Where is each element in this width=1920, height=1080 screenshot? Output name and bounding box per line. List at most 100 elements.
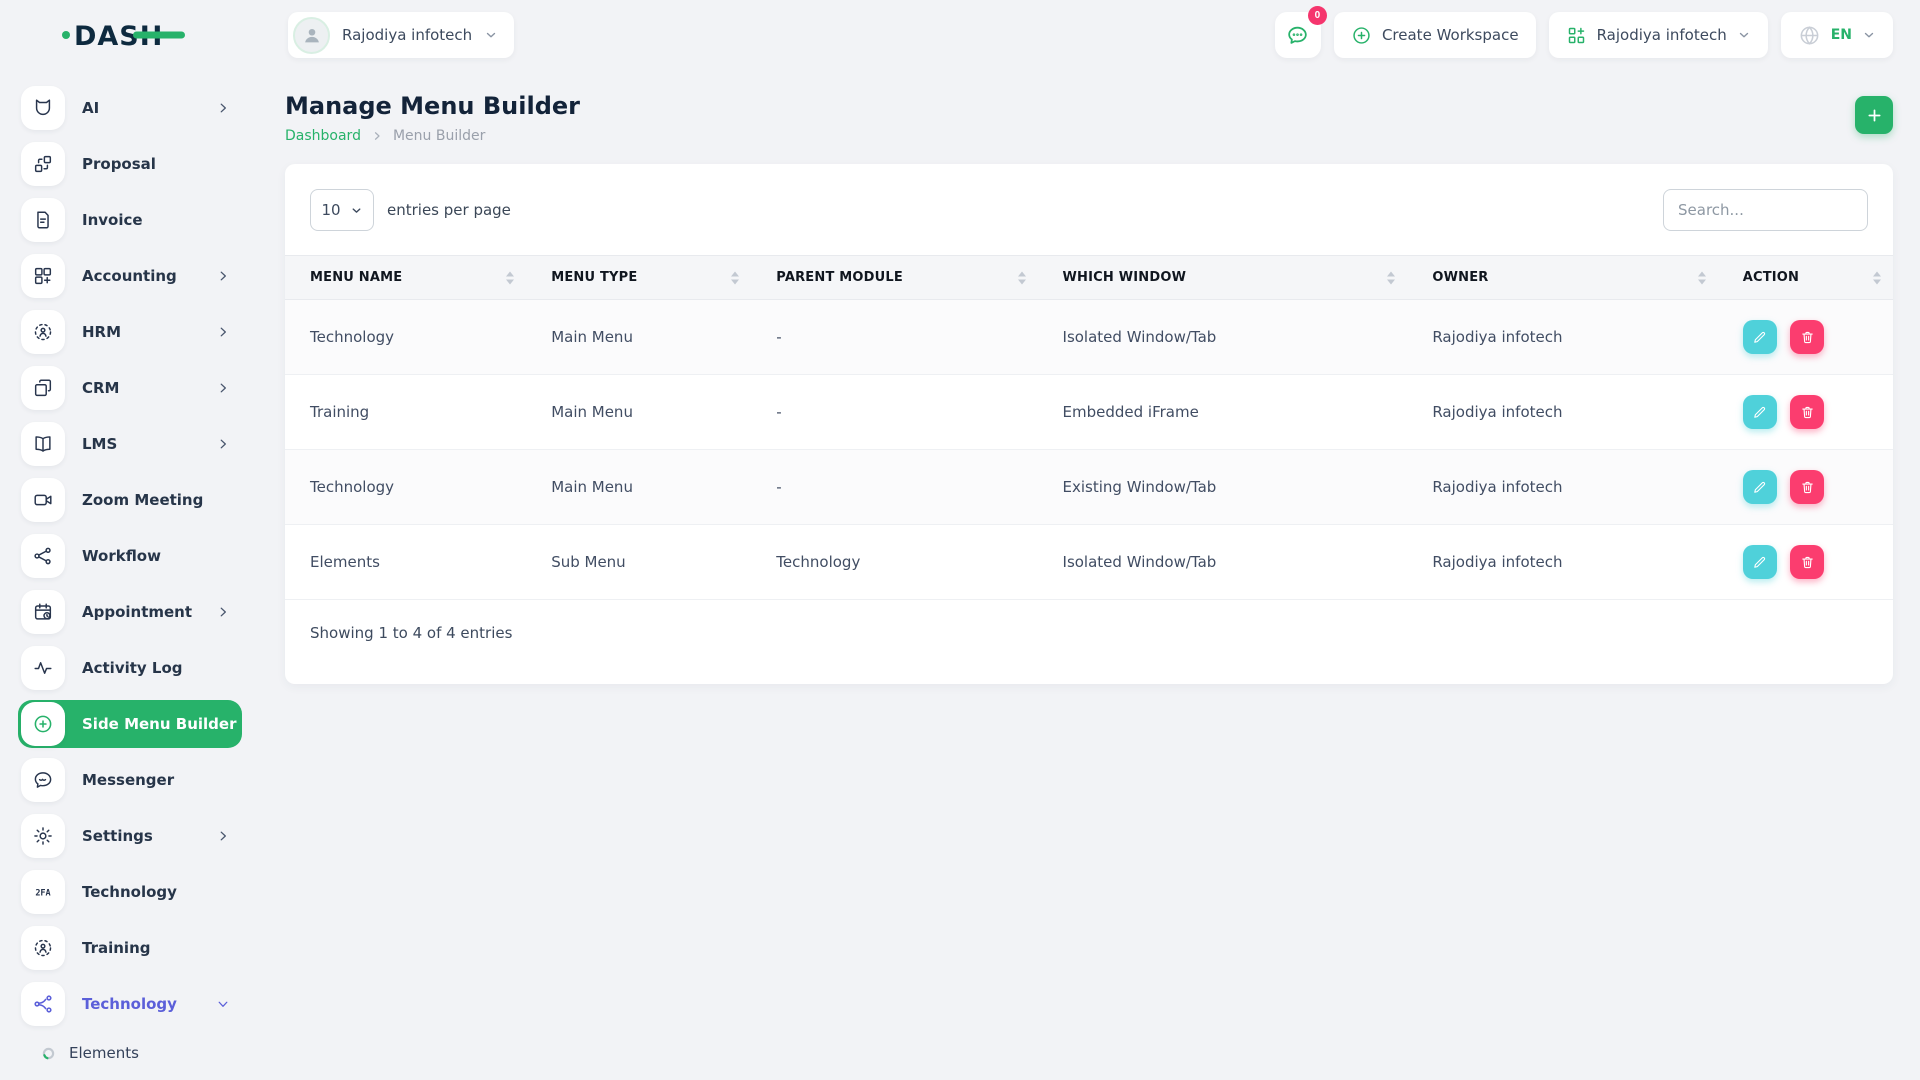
add-menu-button[interactable] (1855, 96, 1893, 134)
column-header-which-window[interactable]: WHICH WINDOW (1038, 256, 1408, 300)
sidebar-item-technology[interactable]: Technology (18, 980, 242, 1028)
sidebar-item-technology-2fa[interactable]: 2FA Technology (18, 868, 242, 916)
video-camera-icon (21, 478, 65, 522)
sidebar-subitem-elements[interactable]: Elements (42, 1036, 260, 1070)
chevron-down-icon (350, 204, 363, 217)
table-row: Training Main Menu - Embedded iFrame Raj… (285, 375, 1893, 450)
entries-per-page-label: entries per page (387, 201, 511, 219)
sidebar-item-ai[interactable]: AI (18, 84, 242, 132)
chevron-right-icon (371, 130, 383, 142)
sidebar-item-training[interactable]: Training (18, 924, 242, 972)
entries-per-page-select[interactable]: 10 (310, 189, 374, 231)
pencil-icon (1752, 330, 1767, 345)
topbar-actions: 0 Create Workspace Rajodiya infotech EN (1275, 12, 1893, 58)
branch-icon (21, 982, 65, 1026)
delete-button[interactable] (1790, 320, 1824, 354)
sidebar-item-label: Accounting (82, 267, 216, 285)
cell-menu-type: Sub Menu (526, 525, 751, 600)
messages-count-badge: 0 (1308, 6, 1327, 25)
trash-icon (1800, 405, 1815, 420)
delete-button[interactable] (1790, 395, 1824, 429)
delete-button[interactable] (1790, 470, 1824, 504)
pencil-icon (1752, 555, 1767, 570)
chevron-right-icon (216, 269, 230, 283)
sidebar-item-invoice[interactable]: Invoice (18, 196, 242, 244)
column-header-action[interactable]: ACTION (1718, 256, 1893, 300)
column-header-menu-name[interactable]: MENU NAME (285, 256, 526, 300)
workspace-label: Rajodiya infotech (342, 26, 472, 44)
sidebar-item-crm[interactable]: CRM (18, 364, 242, 412)
user-icon (301, 24, 323, 46)
column-header-menu-type[interactable]: MENU TYPE (526, 256, 751, 300)
search-input[interactable] (1663, 189, 1868, 231)
sidebar-item-accounting[interactable]: Accounting (18, 252, 242, 300)
menu-builder-card: 10 entries per page MENU NAME MENU TYPE … (285, 164, 1893, 684)
sidebar-item-lms[interactable]: LMS (18, 420, 242, 468)
sidebar-item-activity-log[interactable]: Activity Log (18, 644, 242, 692)
logo-dot-icon (62, 31, 70, 39)
sidebar-item-label: HRM (82, 323, 216, 341)
breadcrumb-dashboard-link[interactable]: Dashboard (285, 128, 361, 144)
add-icon (1865, 106, 1884, 125)
edit-button[interactable] (1743, 320, 1777, 354)
entries-per-page-value: 10 (321, 201, 340, 219)
chevron-down-icon (484, 28, 498, 42)
language-code: EN (1831, 27, 1852, 43)
edit-button[interactable] (1743, 545, 1777, 579)
messenger-icon (21, 758, 65, 802)
messages-button[interactable]: 0 (1275, 12, 1321, 58)
page-header: Manage Menu Builder Dashboard Menu Build… (285, 92, 1893, 144)
trash-icon (1800, 330, 1815, 345)
sidebar-item-messenger[interactable]: Messenger (18, 756, 242, 804)
proposal-icon (21, 142, 65, 186)
sidebar-item-label: Settings (82, 827, 216, 845)
sidebar-item-label: Side Menu Builder (82, 715, 242, 733)
sidebar-item-label: AI (82, 99, 216, 117)
chevron-right-icon (216, 437, 230, 451)
trash-icon (1800, 555, 1815, 570)
chevron-down-icon (216, 997, 230, 1011)
company-label: Rajodiya infotech (1597, 26, 1727, 44)
sort-icon (731, 271, 739, 284)
sidebar-item-settings[interactable]: Settings (18, 812, 242, 860)
sort-icon (1387, 271, 1395, 284)
table-row: Technology Main Menu - Isolated Window/T… (285, 300, 1893, 375)
sidebar-item-side-menu-builder[interactable]: Side Menu Builder (18, 700, 242, 748)
company-selector[interactable]: Rajodiya infotech (1549, 12, 1768, 58)
sidebar-item-label: Technology (82, 883, 242, 901)
sidebar-item-proposal[interactable]: Proposal (18, 140, 242, 188)
plus-circle-icon (1351, 25, 1372, 46)
edit-button[interactable] (1743, 470, 1777, 504)
create-workspace-button[interactable]: Create Workspace (1334, 12, 1536, 58)
crm-icon (21, 366, 65, 410)
2fa-icon: 2FA (21, 870, 65, 914)
delete-button[interactable] (1790, 545, 1824, 579)
breadcrumb: Dashboard Menu Builder (285, 128, 580, 144)
sidebar-item-workflow[interactable]: Workflow (18, 532, 242, 580)
brand-logo[interactable]: DASH (60, 14, 190, 56)
chevron-right-icon (216, 101, 230, 115)
cell-owner: Rajodiya infotech (1407, 300, 1717, 375)
column-header-owner[interactable]: OWNER (1407, 256, 1717, 300)
sidebar-item-appointment[interactable]: Appointment (18, 588, 242, 636)
sidebar-item-label: LMS (82, 435, 216, 453)
sidebar-item-label: Invoice (82, 211, 242, 229)
table-body: Technology Main Menu - Isolated Window/T… (285, 300, 1893, 600)
workspace-selector[interactable]: Rajodiya infotech (288, 12, 514, 58)
pencil-icon (1752, 405, 1767, 420)
column-header-parent-module[interactable]: PARENT MODULE (751, 256, 1037, 300)
cell-parent-module: Technology (751, 525, 1037, 600)
sidebar-item-label: CRM (82, 379, 216, 397)
sidebar-item-label: Proposal (82, 155, 242, 173)
table-controls: 10 entries per page (285, 189, 1893, 231)
cell-which-window: Isolated Window/Tab (1038, 525, 1408, 600)
cell-owner: Rajodiya infotech (1407, 525, 1717, 600)
invoice-icon (21, 198, 65, 242)
language-selector[interactable]: EN (1781, 12, 1893, 58)
topbar: DASH Rajodiya infotech 0 Create Workspac… (0, 0, 1920, 70)
edit-button[interactable] (1743, 395, 1777, 429)
sidebar-item-hrm[interactable]: HRM (18, 308, 242, 356)
sidebar-item-label: Training (82, 939, 242, 957)
sidebar-item-zoom-meeting[interactable]: Zoom Meeting (18, 476, 242, 524)
sidebar-item-label: Zoom Meeting (82, 491, 242, 509)
